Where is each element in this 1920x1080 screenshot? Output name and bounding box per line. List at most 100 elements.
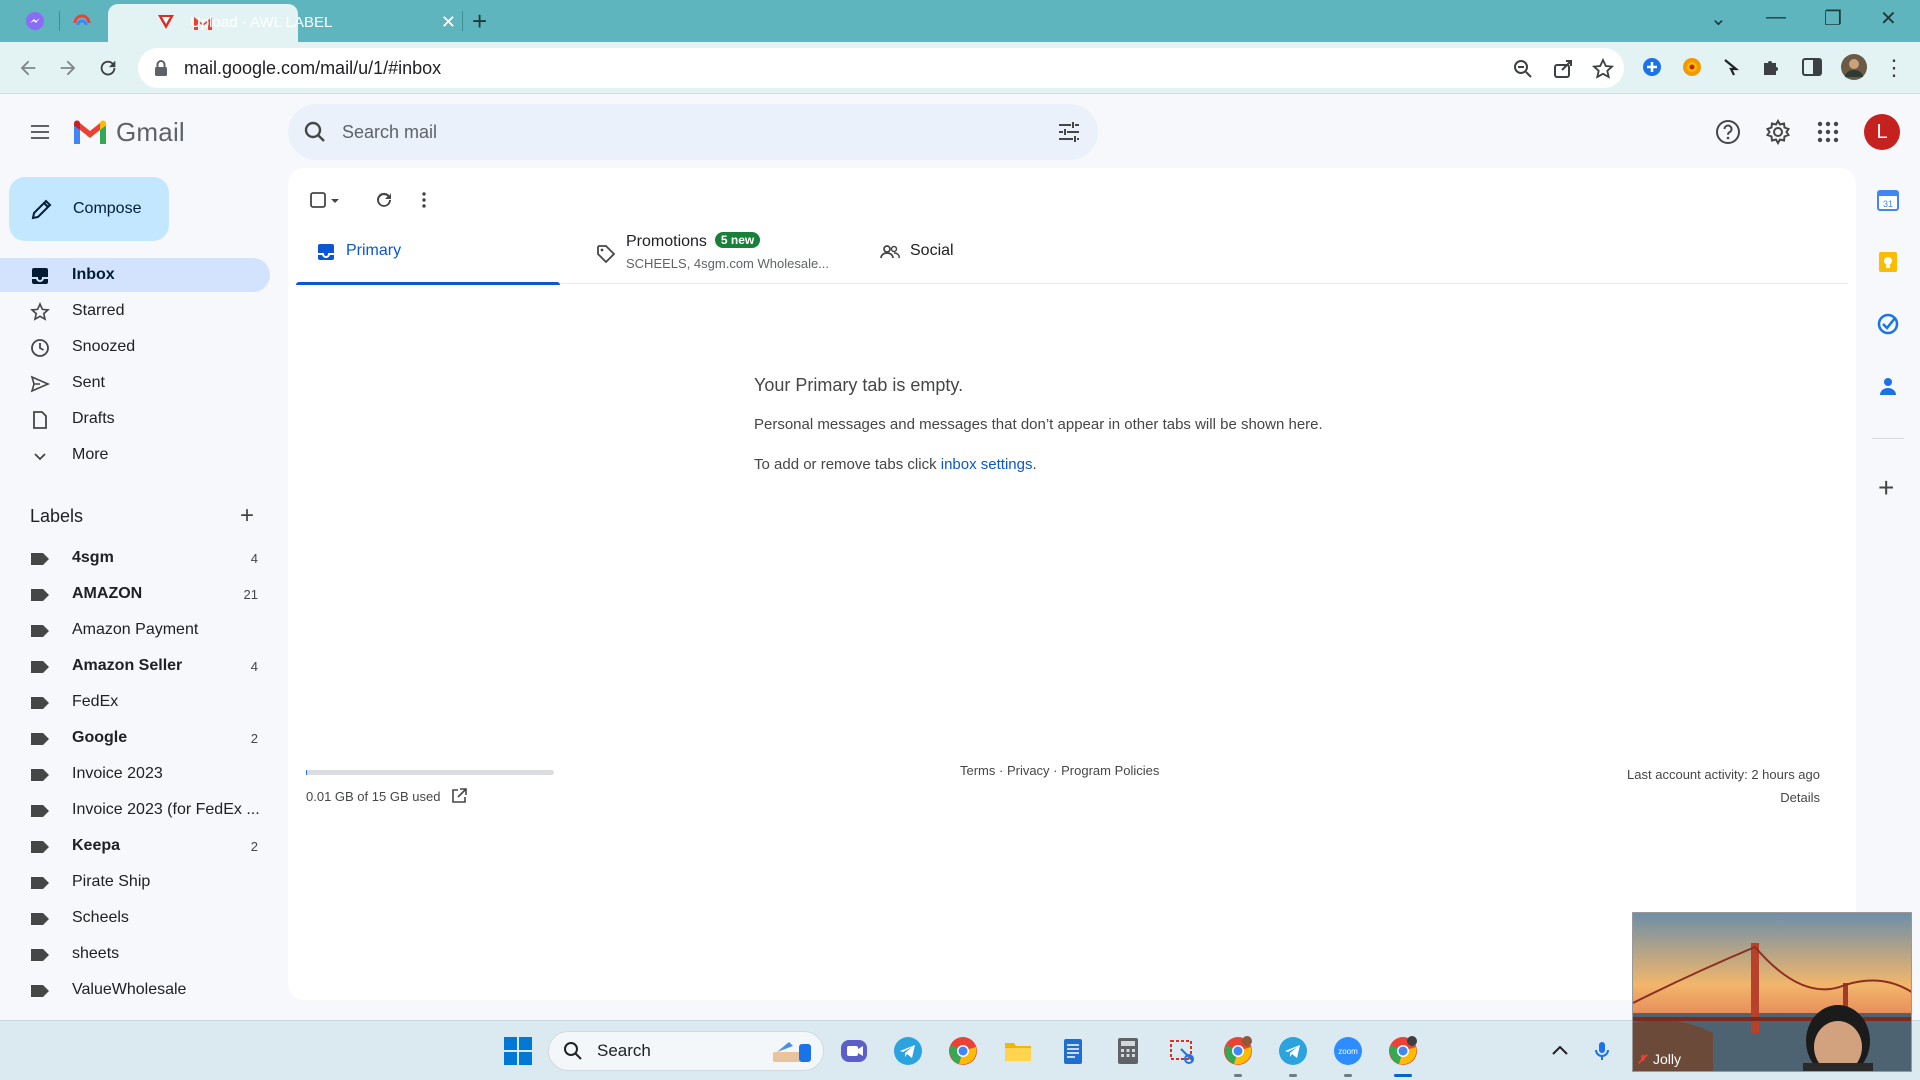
label-item[interactable]: Invoice 2023 (for FedEx ... <box>0 793 270 827</box>
label-name: FedEx <box>72 693 119 710</box>
google-apps-icon[interactable] <box>1814 118 1842 146</box>
calculator-icon[interactable] <box>1112 1035 1144 1067</box>
label-item[interactable]: Amazon Payment <box>0 613 270 647</box>
tab-search-chevron-icon[interactable]: ⌄ <box>1710 6 1727 31</box>
help-icon[interactable] <box>1714 118 1742 146</box>
messenger-tab[interactable] <box>15 6 55 36</box>
nav-drafts[interactable]: Drafts <box>0 402 270 436</box>
profile-avatar-icon[interactable] <box>1840 53 1868 81</box>
nav-starred[interactable]: Starred <box>0 294 270 328</box>
label-item[interactable]: Amazon Seller 4 <box>0 649 270 683</box>
main-menu-icon[interactable] <box>28 120 52 144</box>
label-item[interactable]: Keepa 2 <box>0 829 270 863</box>
search-options-icon[interactable] <box>1056 119 1082 145</box>
refresh-icon[interactable] <box>374 190 394 210</box>
address-bar[interactable]: mail.google.com/mail/u/1/#inbox <box>138 48 1624 88</box>
account-avatar[interactable]: L <box>1864 114 1900 150</box>
bookmark-star-icon[interactable] <box>1592 58 1614 80</box>
snipping-tool-icon[interactable] <box>1167 1035 1199 1067</box>
windows-start-icon[interactable] <box>502 1035 534 1067</box>
nav-sent[interactable]: Sent <box>0 366 270 400</box>
telegram-icon[interactable] <box>1277 1035 1309 1067</box>
calendar-icon[interactable]: 31 <box>1876 188 1900 212</box>
open-external-icon[interactable] <box>450 787 468 805</box>
back-button[interactable] <box>14 54 42 82</box>
empty-state-message: Personal messages and messages that don’… <box>754 416 1323 433</box>
label-item[interactable]: FedEx <box>0 685 270 719</box>
browser-menu-icon[interactable]: ⋮ <box>1880 54 1908 82</box>
tab-promotions[interactable]: Promotions 5 new SCHEELS, 4sgm.com Wholes… <box>576 220 856 284</box>
teams-chat-icon[interactable] <box>838 1035 870 1067</box>
zoom-icon[interactable] <box>1512 58 1534 80</box>
settings-gear-icon[interactable] <box>1764 118 1792 146</box>
label-item[interactable]: Invoice 2023 <box>0 757 270 791</box>
back-arrow-icon <box>20 60 36 76</box>
label-item[interactable]: Pirate Ship <box>0 865 270 899</box>
tab-label: Promotions 5 new <box>626 232 761 251</box>
contacts-icon[interactable] <box>1876 374 1900 398</box>
taskbar-search[interactable]: Search <box>548 1031 824 1071</box>
footer-policy-links[interactable]: Terms · Privacy · Program Policies <box>960 763 1159 778</box>
get-addons-button[interactable]: + <box>1878 474 1894 502</box>
chrome-icon[interactable] <box>947 1035 979 1067</box>
gmail-logo[interactable]: Gmail <box>72 117 185 148</box>
chrome-tab[interactable] <box>62 6 102 36</box>
new-tab-button[interactable]: + <box>472 8 487 34</box>
label-tag-icon <box>31 661 49 673</box>
label-item[interactable]: ValueWholesale <box>0 973 270 1007</box>
compose-button[interactable]: Compose <box>9 177 169 241</box>
label-name: Pirate Ship <box>72 873 151 890</box>
compose-label: Compose <box>73 200 142 217</box>
inbox-settings-link[interactable]: inbox settings <box>941 456 1033 473</box>
chrome-profile-icon[interactable] <box>1222 1035 1254 1067</box>
zoom-icon[interactable]: zoom <box>1332 1035 1364 1067</box>
more-options-icon[interactable] <box>414 190 434 210</box>
nav-inbox[interactable]: Inbox <box>0 258 270 292</box>
reload-button[interactable] <box>94 54 122 82</box>
keep-icon[interactable] <box>1876 250 1900 274</box>
side-panel-icon[interactable] <box>1800 55 1824 79</box>
extension-arrow-icon[interactable] <box>1720 55 1744 79</box>
notepad-icon[interactable] <box>1057 1035 1089 1067</box>
search-input[interactable]: Search mail <box>342 122 437 143</box>
chrome-active-icon[interactable] <box>1387 1035 1419 1067</box>
tasks-icon[interactable] <box>1876 312 1900 336</box>
label-item[interactable]: Google 2 <box>0 721 270 755</box>
close-window-icon[interactable]: ✕ <box>1880 6 1897 31</box>
label-name: sheets <box>72 945 120 962</box>
upload-tab[interactable]: Upload - AWL LABEL ✕ <box>156 8 456 36</box>
share-icon[interactable] <box>1552 58 1574 80</box>
nav-snoozed[interactable]: Snoozed <box>0 330 270 364</box>
tab-primary[interactable]: Primary <box>296 220 560 285</box>
label-item[interactable]: AMAZON 21 <box>0 577 270 611</box>
last-activity-text: Last account activity: 2 hours ago <box>1627 767 1820 782</box>
category-tabs: Primary Promotions 5 new SCHEELS, 4sgm.co… <box>296 220 1848 285</box>
messenger-icon <box>26 12 44 30</box>
tab-social[interactable]: Social <box>860 220 1124 284</box>
extension-orange-icon[interactable] <box>1680 55 1704 79</box>
search-mail-bar[interactable]: Search mail <box>288 104 1098 160</box>
close-tab-icon[interactable]: ✕ <box>441 12 456 33</box>
details-link[interactable]: Details <box>1627 786 1820 809</box>
nav-more[interactable]: More <box>0 438 270 472</box>
select-dropdown-icon[interactable] <box>328 190 342 210</box>
label-item[interactable]: sheets <box>0 937 270 971</box>
extensions-puzzle-icon[interactable] <box>1760 55 1784 79</box>
search-icon[interactable] <box>302 119 328 145</box>
labels-heading: Labels <box>30 506 84 526</box>
minimize-icon[interactable]: — <box>1766 6 1786 29</box>
create-label-button[interactable]: + <box>240 504 254 528</box>
microphone-icon[interactable] <box>1590 1039 1614 1063</box>
video-call-thumbnail[interactable]: Jolly <box>1632 912 1912 1072</box>
label-item[interactable]: 4sgm 4 <box>0 541 270 575</box>
telegram-icon[interactable] <box>892 1035 924 1067</box>
tab-separator <box>462 11 463 31</box>
forward-button[interactable] <box>54 54 82 82</box>
restore-icon[interactable]: ❐ <box>1824 6 1842 31</box>
select-checkbox-icon[interactable] <box>308 190 328 210</box>
extension-blue-icon[interactable] <box>1640 55 1664 79</box>
people-icon <box>880 245 900 259</box>
label-item[interactable]: Scheels <box>0 901 270 935</box>
file-explorer-icon[interactable] <box>1002 1035 1034 1067</box>
show-hidden-icons-chevron-icon[interactable] <box>1548 1039 1572 1063</box>
